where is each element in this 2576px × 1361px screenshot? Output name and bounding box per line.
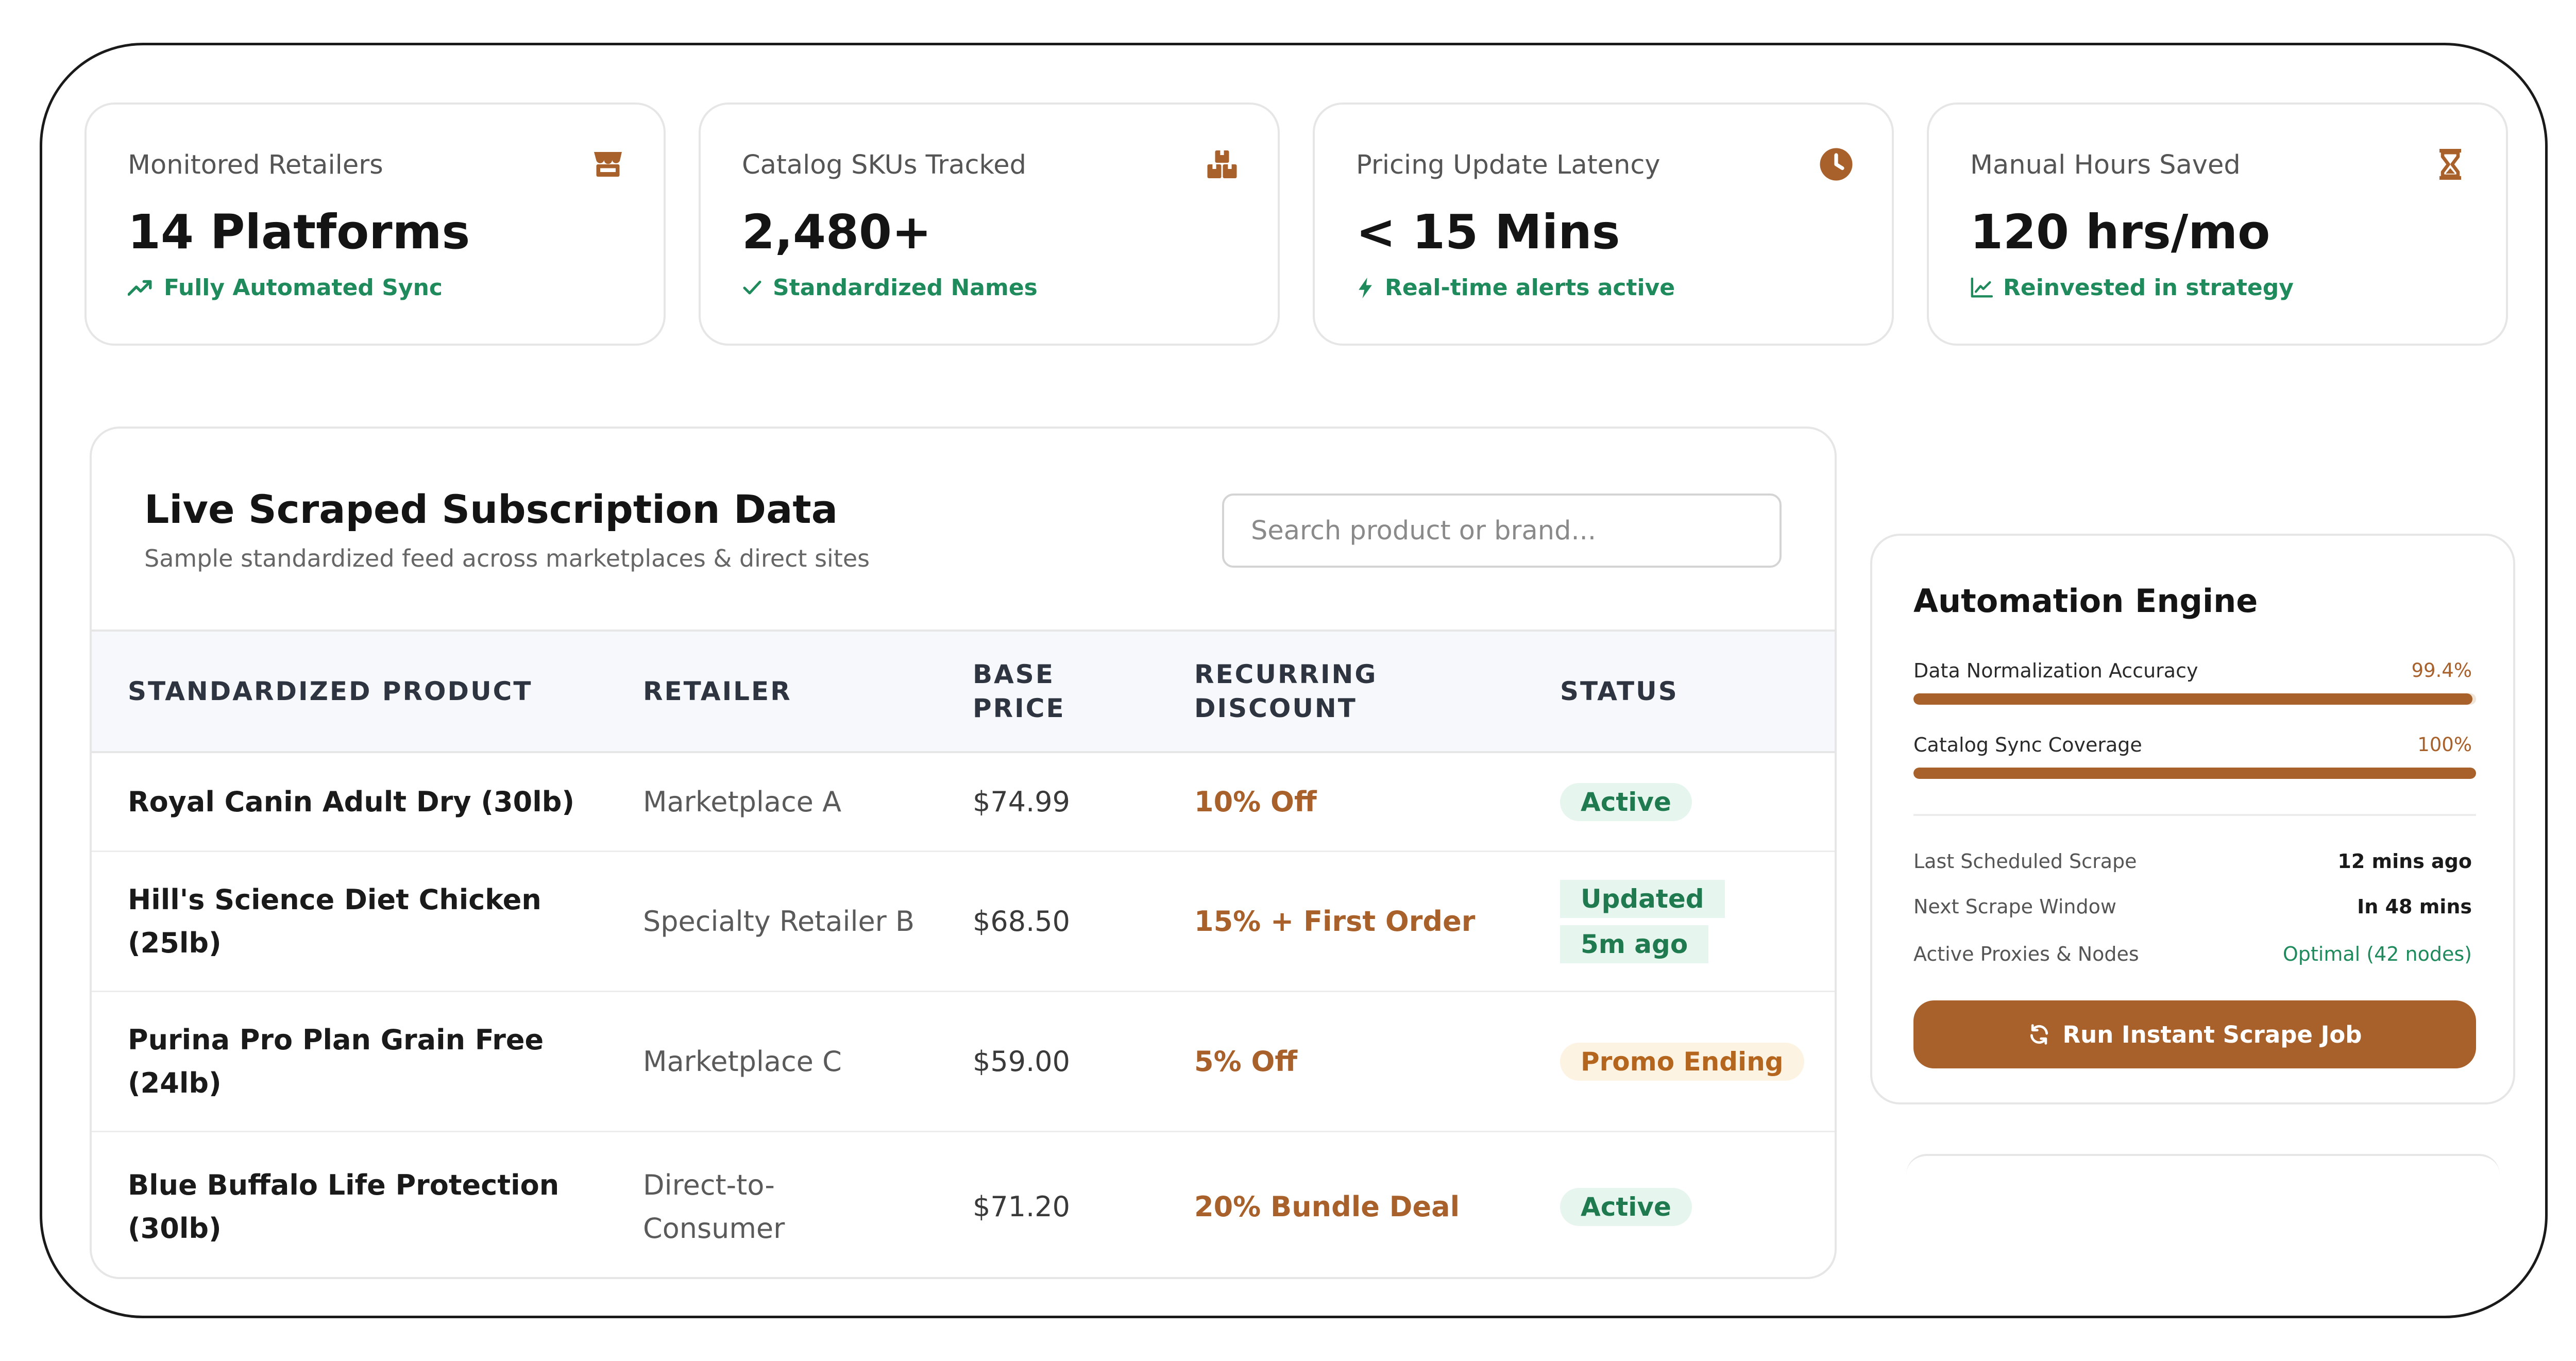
column-header-retailer[interactable]: RETAILER <box>643 674 901 708</box>
status-badge: Active <box>1560 1187 1692 1226</box>
page-root: Monitored Retailers 14 Platforms Fully A… <box>0 0 2576 1361</box>
status-badge: Promo Ending <box>1560 1042 1804 1081</box>
trending-up-icon <box>128 280 152 296</box>
status-cell: Updated 5m ago <box>1560 876 1745 967</box>
line-chart-icon <box>1971 277 1993 298</box>
info-label: Active Proxies & Nodes <box>1913 943 2139 965</box>
base-price: $74.99 <box>973 785 1070 818</box>
table-row[interactable]: Royal Canin Adult Dry (30lb) Marketplace… <box>92 753 1835 852</box>
table-row[interactable]: Purina Pro Plan Grain Free (24lb) Market… <box>92 992 1835 1132</box>
stat-subtext: Fully Automated Sync <box>128 275 443 301</box>
secondary-panel-edge <box>1906 1154 2500 1257</box>
coverage-progress-fill <box>1913 768 2476 779</box>
base-price: $71.20 <box>973 1190 1070 1223</box>
status-badge: Updated 5m ago <box>1560 879 1725 963</box>
table-header: STANDARDIZED PRODUCT RETAILER BASE PRICE… <box>92 630 1835 753</box>
stat-subtext: Reinvested in strategy <box>1970 275 2294 301</box>
retailer-name: Marketplace C <box>643 1045 842 1078</box>
stat-label: Monitored Retailers <box>128 150 383 180</box>
base-price: $68.50 <box>973 905 1070 938</box>
engine-title: Automation Engine <box>1913 582 2258 620</box>
info-label: Last Scheduled Scrape <box>1913 850 2137 873</box>
info-label: Next Scrape Window <box>1913 895 2116 918</box>
metric-label: Data Normalization Accuracy <box>1913 659 2198 682</box>
stat-value: < 15 Mins <box>1356 205 1620 260</box>
stat-card-retailers: Monitored Retailers 14 Platforms Fully A… <box>84 103 666 346</box>
panel-subtitle: Sample standardized feed across marketpl… <box>144 545 870 572</box>
coverage-progress-bar <box>1913 768 2476 779</box>
column-header-product[interactable]: STANDARDIZED PRODUCT <box>128 674 591 708</box>
recurring-discount: 10% Off <box>1194 785 1317 818</box>
run-scrape-button[interactable]: Run Instant Scrape Job <box>1913 1000 2476 1068</box>
stat-subtext: Real-time alerts active <box>1356 275 1675 301</box>
stat-label: Pricing Update Latency <box>1356 150 1660 180</box>
boxes-icon <box>1207 150 1237 178</box>
accuracy-progress-bar <box>1913 693 2476 705</box>
recurring-discount: 20% Bundle Deal <box>1194 1190 1460 1223</box>
info-value: 12 mins ago <box>2337 850 2472 873</box>
column-header-discount[interactable]: RECURRING DISCOUNT <box>1194 657 1411 725</box>
stat-value: 120 hrs/mo <box>1970 205 2270 260</box>
refresh-icon <box>2030 1024 2048 1045</box>
retailer-name: Direct-to-Consumer <box>643 1168 785 1245</box>
stat-value: 14 Platforms <box>128 205 470 260</box>
stat-card-skus: Catalog SKUs Tracked 2,480+ Standardized… <box>699 103 1280 346</box>
metric-value: 99.4% <box>2411 659 2472 682</box>
base-price: $59.00 <box>973 1045 1070 1078</box>
stat-subtext-label: Reinvested in strategy <box>2003 275 2294 301</box>
product-name: Purina Pro Plan Grain Free (24lb) <box>128 1023 544 1099</box>
metric-value: 100% <box>2417 734 2472 756</box>
bolt-icon <box>1359 277 1372 298</box>
table-row[interactable]: Blue Buffalo Life Protection (30lb) Dire… <box>92 1132 1835 1277</box>
panel-title: Live Scraped Subscription Data <box>144 486 838 532</box>
stat-card-latency: Pricing Update Latency < 15 Mins Real-ti… <box>1313 103 1894 346</box>
status-cell: Active <box>1560 779 1745 825</box>
store-icon <box>594 152 622 177</box>
column-header-status[interactable]: STATUS <box>1560 674 1715 708</box>
product-name: Blue Buffalo Life Protection (30lb) <box>128 1168 560 1245</box>
status-cell: Active <box>1560 1184 1745 1230</box>
info-value-status: Optimal (42 nodes) <box>2282 943 2472 965</box>
stat-subtext-label: Standardized Names <box>773 275 1038 301</box>
run-scrape-button-label: Run Instant Scrape Job <box>2062 1020 2362 1048</box>
stat-subtext-label: Real-time alerts active <box>1385 275 1675 301</box>
automation-engine-panel: Automation Engine Data Normalization Acc… <box>1870 534 2515 1104</box>
divider <box>1913 814 2476 816</box>
status-cell: Promo Ending <box>1560 1039 1804 1084</box>
search-input[interactable] <box>1222 494 1782 568</box>
table-row[interactable]: Hill's Science Diet Chicken (25lb) Speci… <box>92 852 1835 992</box>
retailer-name: Specialty Retailer B <box>643 905 915 938</box>
info-value: In 48 mins <box>2357 895 2472 918</box>
stat-subtext: Standardized Names <box>742 275 1038 301</box>
subscription-data-panel: Live Scraped Subscription Data Sample st… <box>90 427 1837 1279</box>
status-badge: Active <box>1560 782 1692 821</box>
product-name: Royal Canin Adult Dry (30lb) <box>128 785 575 818</box>
hourglass-icon <box>2439 149 2461 180</box>
stat-subtext-label: Fully Automated Sync <box>164 275 443 301</box>
retailer-name: Marketplace A <box>643 785 842 818</box>
recurring-discount: 5% Off <box>1194 1045 1298 1078</box>
stat-value: 2,480+ <box>742 205 932 260</box>
clock-icon <box>1820 148 1853 181</box>
metric-label: Catalog Sync Coverage <box>1913 734 2142 756</box>
check-icon <box>743 280 761 294</box>
recurring-discount: 15% + First Order <box>1194 905 1476 938</box>
column-header-price[interactable]: BASE PRICE <box>973 657 1076 725</box>
stat-label: Catalog SKUs Tracked <box>742 150 1027 180</box>
stat-label: Manual Hours Saved <box>1970 150 2241 180</box>
product-name: Hill's Science Diet Chicken (25lb) <box>128 883 541 959</box>
accuracy-progress-fill <box>1913 693 2473 705</box>
stat-card-hours: Manual Hours Saved 120 hrs/mo Reinvested… <box>1927 103 2508 346</box>
